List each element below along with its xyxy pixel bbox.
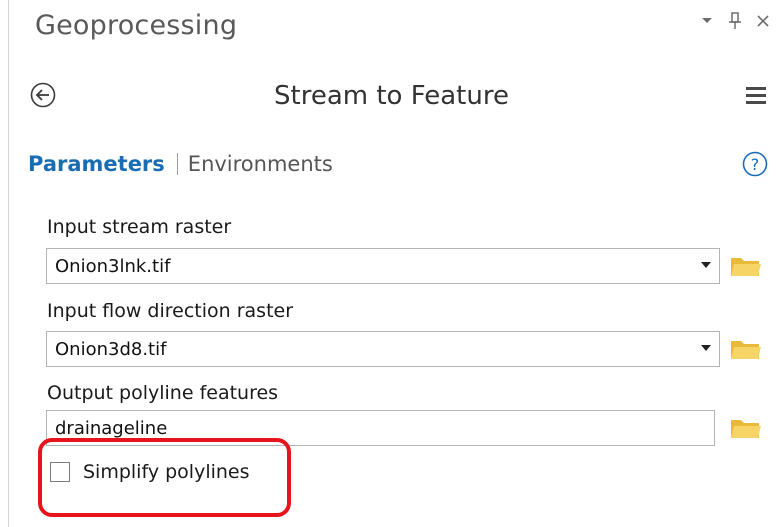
tool-title: Stream to Feature [274, 81, 509, 111]
tab-environments[interactable]: Environments [188, 152, 333, 176]
tab-divider [176, 153, 178, 175]
input-flow-direction-raster-value: Onion3d8.tif [55, 339, 167, 360]
hamburger-menu-icon[interactable] [745, 84, 767, 106]
output-polyline-features-value: drainageline [55, 418, 168, 439]
pane-border [8, 0, 9, 527]
chevron-down-icon[interactable] [699, 8, 715, 34]
tool-tabs: Parameters Environments [28, 152, 333, 176]
svg-text:?: ? [751, 155, 760, 174]
input-flow-direction-raster-label: Input flow direction raster [47, 300, 294, 322]
input-stream-raster-value: Onion3lnk.tif [55, 256, 171, 277]
pane-title: Geoprocessing [35, 10, 238, 41]
pane-controls [699, 8, 771, 34]
output-polyline-features-label: Output polyline features [47, 382, 279, 404]
input-flow-direction-raster-field[interactable]: Onion3d8.tif [46, 331, 720, 367]
folder-icon[interactable] [730, 337, 762, 361]
highlight-annotation [38, 438, 291, 517]
geoprocessing-pane: Geoprocessing Stream to Feature Paramete… [0, 0, 783, 527]
close-icon[interactable] [755, 8, 771, 34]
pin-icon[interactable] [727, 8, 743, 34]
help-icon[interactable]: ? [742, 151, 768, 177]
chevron-down-icon[interactable] [701, 345, 711, 351]
input-stream-raster-label: Input stream raster [47, 216, 232, 238]
input-stream-raster-field[interactable]: Onion3lnk.tif [46, 248, 720, 284]
folder-icon[interactable] [730, 416, 762, 440]
chevron-down-icon[interactable] [701, 262, 711, 268]
folder-icon[interactable] [730, 254, 762, 278]
tab-parameters[interactable]: Parameters [28, 152, 165, 176]
